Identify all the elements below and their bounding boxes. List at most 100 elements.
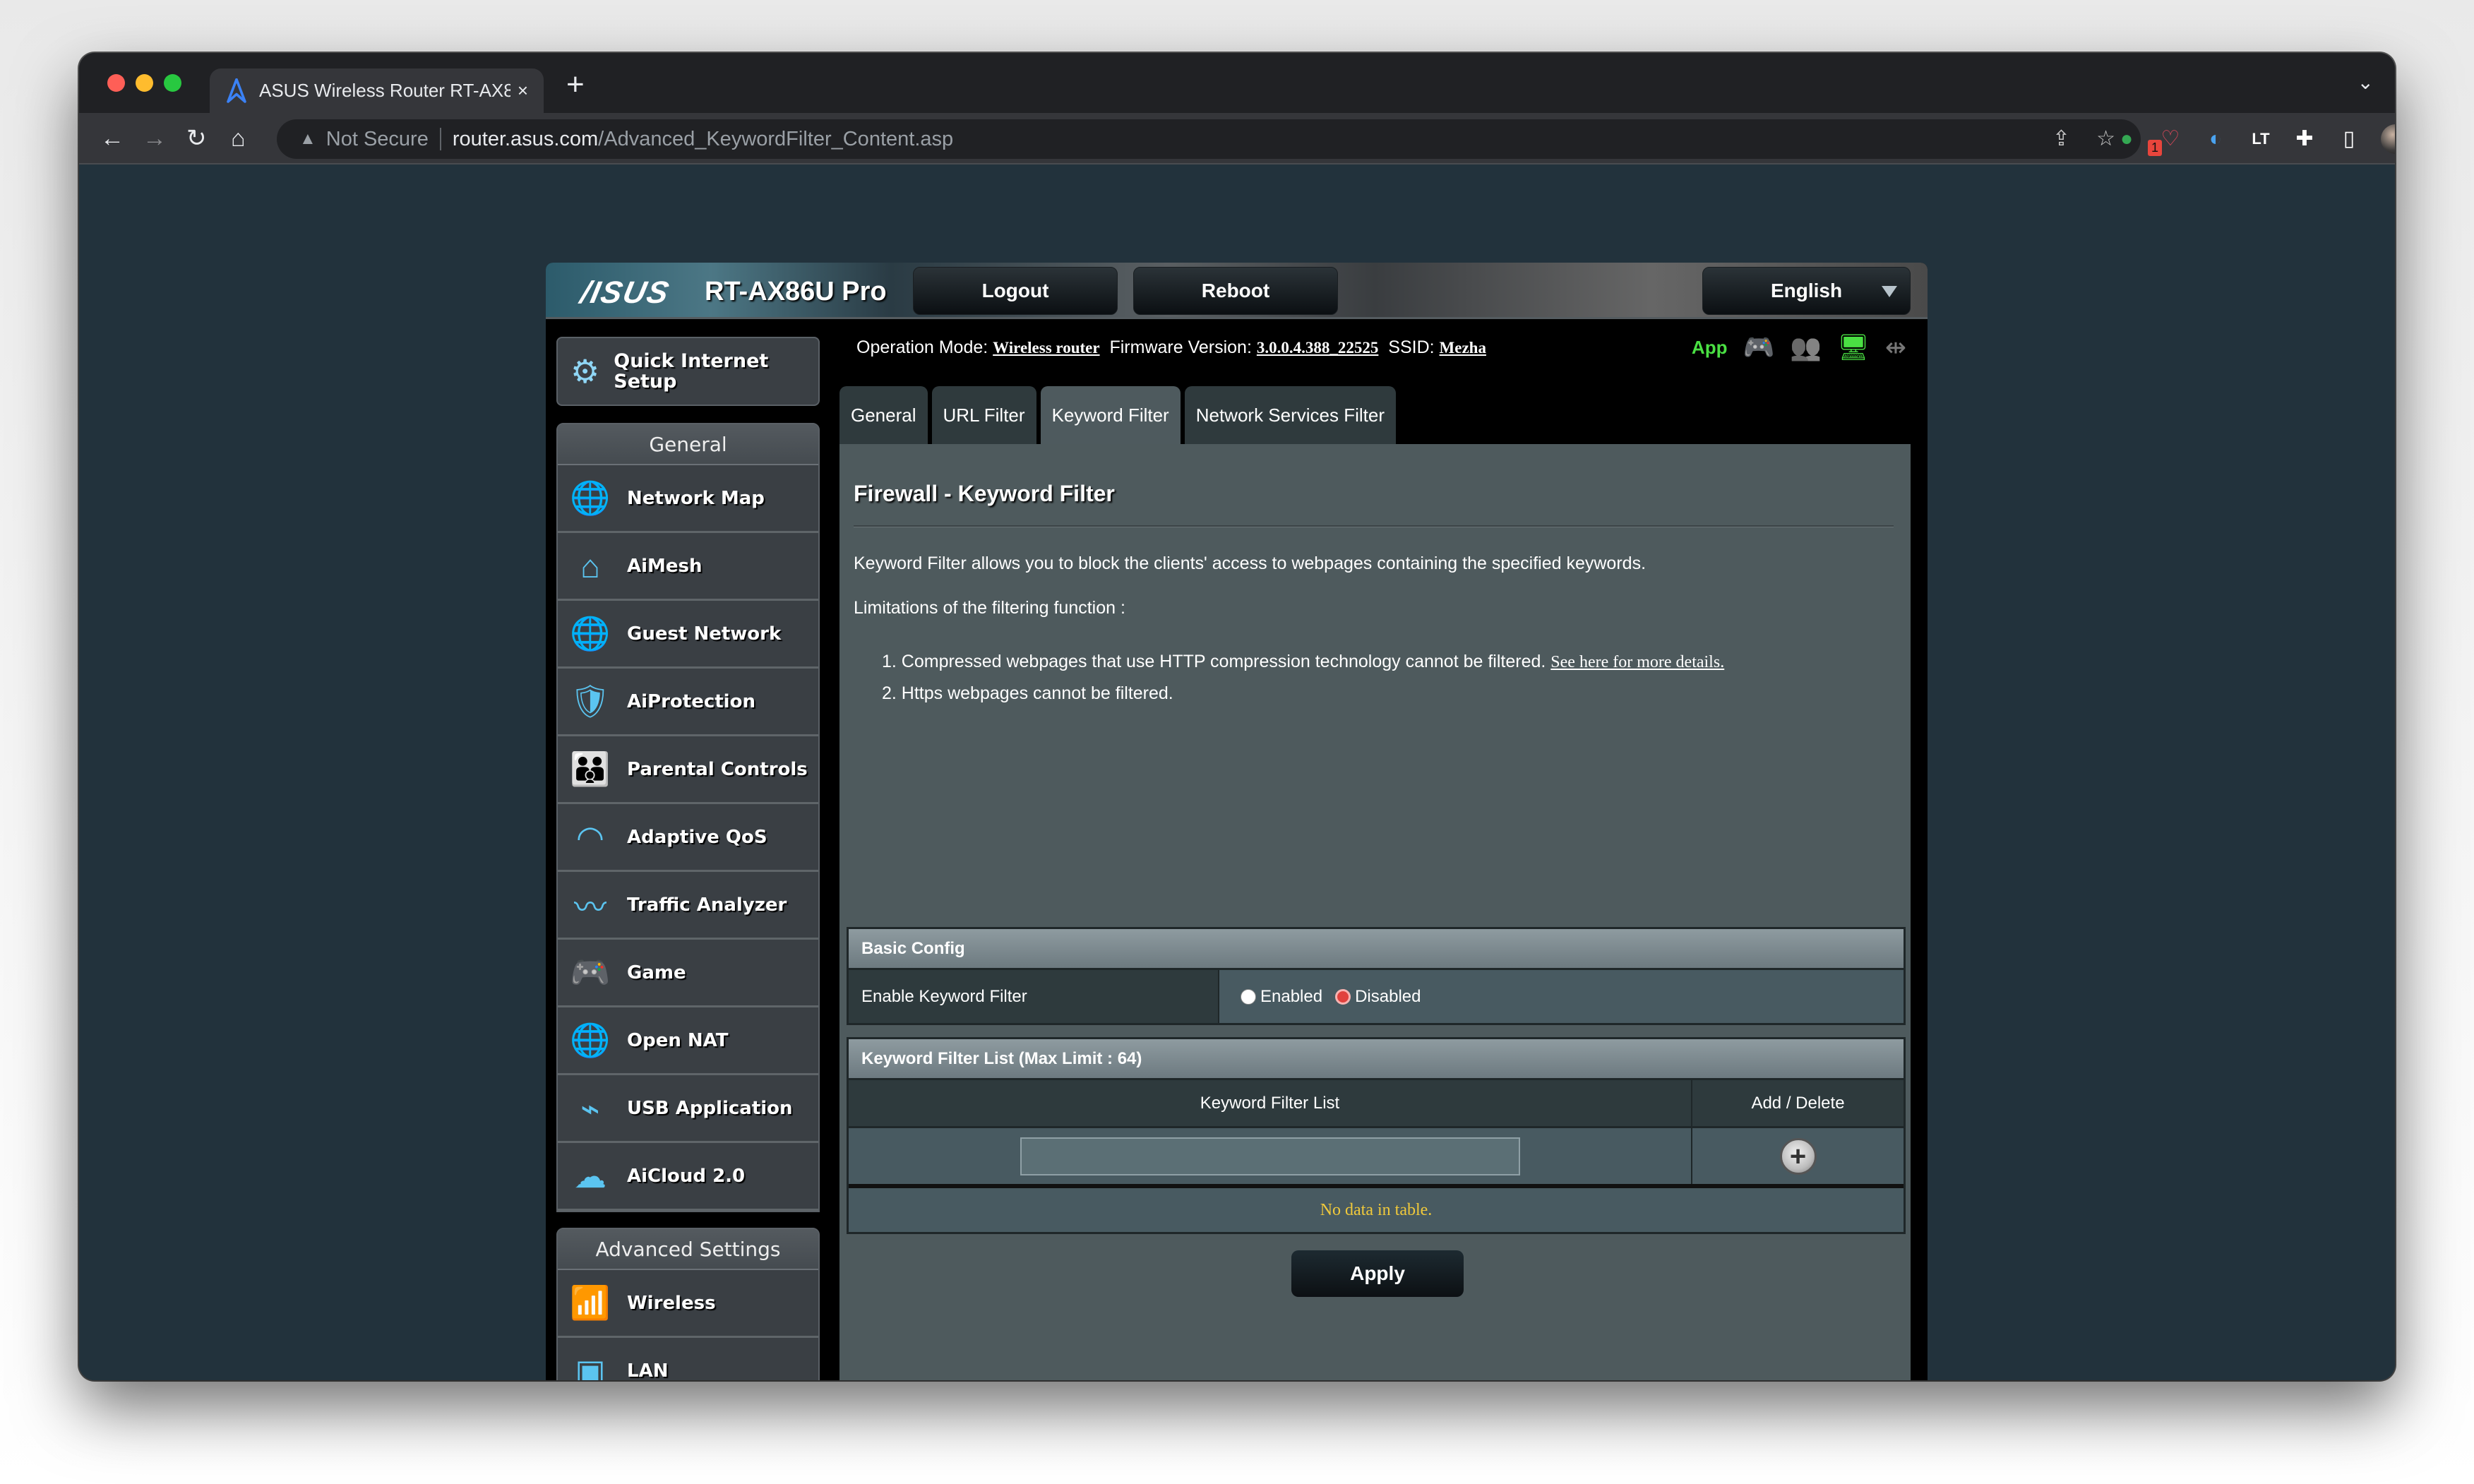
quick-setup-label: Quick Internet Setup [614,350,769,393]
limitation-item: 1. Compressed webpages that use HTTP com… [882,646,1724,678]
pocket-icon[interactable]: ♡ [2156,126,2185,152]
add-cell: + [1692,1128,1904,1184]
sidebar-advanced-header: Advanced Settings [558,1229,818,1270]
op-mode-label: Operation Mode: [856,337,988,357]
open-nat-icon: 🌐 [570,1022,611,1058]
sidebar-item-network-map[interactable]: 🌐 Network Map [558,465,818,533]
maximize-window-button[interactable] [164,74,181,92]
browser-tab-active[interactable]: ASUS Wireless Router RT-AX86U Pro × [210,68,544,113]
sidebar-item-usb-application[interactable]: ⌁ USB Application [558,1075,818,1143]
profile-avatar[interactable] [2381,124,2395,154]
reload-icon[interactable]: ↻ [186,123,207,154]
tab-search-icon[interactable]: ⌄ [2358,71,2374,94]
gamepad-icon: 🎮 [570,954,611,991]
keyword-input[interactable] [1020,1137,1520,1175]
disabled-radio[interactable] [1335,988,1351,1005]
game-status-icon[interactable]: 🎮 [1743,333,1774,361]
keyword-input-row: + [849,1126,1904,1184]
address-bar[interactable]: ▲ Not Secure router.asus.com/Advanced_Ke… [277,119,2141,159]
page-content: /ISUS RT-AX86U Pro Logout Reboot English… [79,164,2395,1380]
new-tab-button[interactable]: + [566,67,585,102]
reboot-button[interactable]: Reboot [1133,267,1338,315]
back-icon[interactable]: ← [100,123,124,154]
tab-close-icon[interactable]: × [518,80,528,102]
share-icon[interactable]: ⇪ [2052,126,2070,151]
extensions-puzzle-icon[interactable]: ✚ [2290,126,2319,152]
disabled-radio-label[interactable]: Disabled [1355,987,1421,1007]
address-separator [439,128,441,150]
sidebar-item-traffic-analyzer[interactable]: 〰 Traffic Analyzer [558,872,818,940]
sidebar-item-quick-internet-setup[interactable]: ⚙ Quick Internet Setup [556,337,820,406]
firmware-link[interactable]: 3.0.0.4.388_22525 [1257,339,1379,357]
language-value: English [1770,280,1843,301]
sidebar-item-label: AiProtection [627,690,755,712]
keyword-list-header: Keyword Filter List (Max Limit : 64) [849,1039,1904,1078]
sidebar-item-label: Parental Controls [627,758,808,780]
parental-controls-icon: 👪 [570,750,611,787]
app-link[interactable]: App [1692,337,1728,359]
sidebar-item-parental-controls[interactable]: 👪 Parental Controls [558,736,818,804]
sidebar-item-label: Traffic Analyzer [627,894,787,916]
keyword-list-column-headers: Keyword Filter List Add / Delete [849,1078,1904,1126]
logout-button[interactable]: Logout [913,267,1118,315]
tab-title: ASUS Wireless Router RT-AX86U Pro [259,80,510,101]
side-panel-icon[interactable]: ▯ [2335,126,2363,152]
limitations-title: Limitations of the filtering function : [854,598,1125,618]
languagetool-icon[interactable]: LT [2247,126,2275,152]
guest-network-icon: 🌐 [570,615,611,652]
sidebar-item-wireless[interactable]: 📶 Wireless [558,1270,818,1338]
extension-green-icon[interactable]: ● [2113,126,2141,152]
tab-network-services-filter[interactable]: Network Services Filter [1184,386,1396,444]
sidebar-item-aiprotection[interactable]: 🛡 AiProtection [558,669,818,736]
apply-button[interactable]: Apply [1291,1250,1464,1297]
add-keyword-icon[interactable]: + [1779,1137,1817,1175]
enable-keyword-filter-row: Enable Keyword Filter Enabled Disabled [849,968,1904,1023]
sidebar-item-adaptive-qos[interactable]: ◠ Adaptive QoS [558,804,818,872]
usb-status-icon[interactable]: ⇹ [1885,333,1906,361]
sidebar-item-label: Guest Network [627,623,782,645]
password-manager-icon[interactable]: ◐ [2201,126,2230,152]
wireless-icon: 📶 [570,1284,611,1321]
minimize-window-button[interactable] [136,74,153,92]
empty-table-message: No data in table. [849,1184,1904,1232]
status-icons: App 🎮 👥 🖥 ⇹ [1692,333,1906,361]
clients-status-icon[interactable]: 👥 [1790,333,1822,361]
aimesh-icon: ⌂ [580,547,600,585]
sidebar-item-guest-network[interactable]: 🌐 Guest Network [558,601,818,669]
ssid-link[interactable]: Mezha [1440,339,1486,357]
asus-logo: /ISUS [577,275,674,310]
op-mode-link[interactable]: Wireless router [993,339,1099,357]
security-label[interactable]: Not Secure [326,128,429,151]
limitation-1-text: 1. Compressed webpages that use HTTP com… [882,652,1546,671]
sidebar-item-aicloud[interactable]: ☁ AiCloud 2.0 [558,1143,818,1211]
close-window-button[interactable] [107,74,125,92]
forward-icon[interactable]: → [143,123,167,154]
browser-toolbar: ← → ↻ ⌂ ▲ Not Secure router.asus.com/Adv… [79,113,2395,164]
sidebar-item-label: LAN [627,1360,669,1381]
keyword-input-cell [849,1128,1692,1184]
enable-keyword-filter-options: Enabled Disabled [1219,970,1904,1023]
sidebar-item-label: AiMesh [627,555,703,577]
sidebar-item-label: Game [627,962,686,983]
sidebar-item-label: USB Application [627,1097,793,1119]
router-banner: /ISUS RT-AX86U Pro Logout Reboot English [546,263,1928,319]
language-select[interactable]: English [1702,267,1911,315]
column-header-keyword-list: Keyword Filter List [849,1080,1692,1126]
device-status-icon[interactable]: 🖥 [1837,333,1870,361]
sidebar-item-game[interactable]: 🎮 Game [558,940,818,1007]
cloud-icon: ☁ [574,1157,606,1195]
home-icon[interactable]: ⌂ [231,123,246,154]
sidebar-item-open-nat[interactable]: 🌐 Open NAT [558,1007,818,1075]
sidebar-item-label: AiCloud 2.0 [627,1165,746,1187]
enabled-radio[interactable] [1241,988,1256,1005]
tab-url-filter[interactable]: URL Filter [931,386,1036,444]
sidebar-item-aimesh[interactable]: ⌂ AiMesh [558,533,818,601]
more-details-link[interactable]: See here for more details. [1550,653,1724,671]
sidebar-item-label: Network Map [627,487,765,509]
sidebar-item-lan[interactable]: ▣ LAN [558,1338,818,1380]
enabled-radio-label[interactable]: Enabled [1260,987,1322,1007]
tab-keyword-filter[interactable]: Keyword Filter [1040,386,1181,444]
page-description: Keyword Filter allows you to block the c… [854,553,1647,573]
lan-port-icon: ▣ [575,1352,606,1381]
tab-general[interactable]: General [839,386,928,444]
